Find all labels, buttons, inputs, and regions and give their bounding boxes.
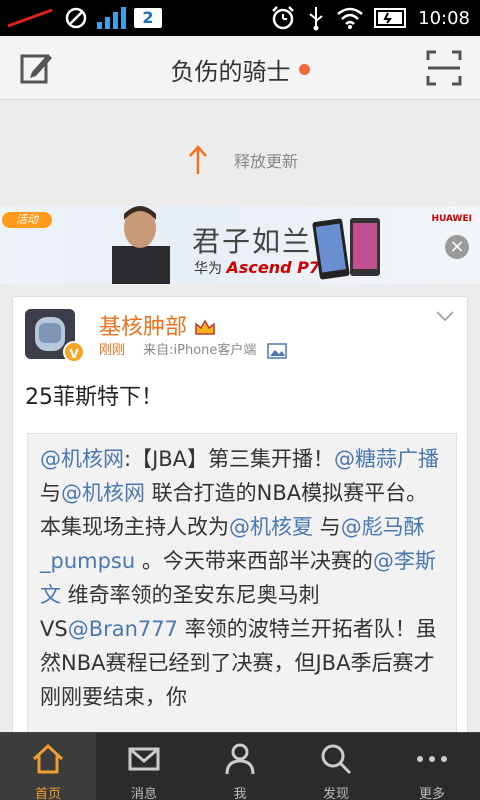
repost-box[interactable]: @机核网:【JBA】第三集开播！@糖蒜广播 与@机核网 联合打造的NBA模拟赛平…: [27, 433, 457, 735]
ad-banner[interactable]: 活动 君子如兰 华为 Ascend P7 HUAWEI: [0, 206, 480, 284]
brand-logo: HUAWEI: [431, 214, 472, 224]
mention-link[interactable]: @机核网: [40, 447, 124, 471]
no-sim-icon: [7, 8, 53, 28]
tab-home[interactable]: 首页: [0, 733, 96, 800]
page-title[interactable]: 负伤的骑士: [0, 52, 480, 87]
bottom-tab-bar: 首页 消息 我 发现 更多: [0, 732, 480, 800]
weibo-post[interactable]: V 基核肿部 刚刚 来自:iPhone客户端 25菲斯特下！ @机核网:【JBA…: [12, 296, 468, 736]
repost-text-segment: 与: [40, 481, 61, 505]
search-icon: [321, 744, 352, 775]
tab-discover[interactable]: 发现: [288, 733, 384, 800]
banner-subtitle: 华为 Ascend P7: [194, 258, 320, 277]
profile-icon: [225, 743, 255, 775]
model-image: [112, 206, 170, 284]
scan-icon[interactable]: [426, 50, 462, 86]
chevron-down-icon[interactable]: [435, 309, 455, 323]
post-source: 来自:iPhone客户端: [143, 343, 257, 358]
mention-link[interactable]: @Bran777: [68, 617, 178, 641]
tab-label: 发现: [322, 787, 349, 800]
network-badge: 2: [134, 8, 162, 28]
crown-icon: [195, 319, 215, 335]
usb-icon: [309, 7, 323, 31]
post-meta: 刚刚 来自:iPhone客户端: [99, 339, 287, 359]
title-bar: 负伤的骑士: [0, 36, 480, 100]
tab-messages[interactable]: 消息: [96, 733, 192, 800]
repost-text-segment: :【JBA】第三集开播！: [124, 447, 335, 471]
unread-dot: [298, 63, 310, 75]
tab-more[interactable]: 更多: [384, 733, 480, 800]
author-name[interactable]: 基核肿部: [99, 309, 216, 341]
post-text: 25菲斯特下！: [25, 385, 163, 410]
tab-label: 我: [233, 787, 247, 800]
repost-text: @机核网:【JBA】第三集开播！@糖蒜广播 与@机核网 联合打造的NBA模拟赛平…: [40, 442, 446, 714]
verified-badge: V: [63, 341, 85, 363]
wifi-icon: [337, 7, 363, 29]
mention-link[interactable]: @糖蒜广播: [334, 447, 439, 471]
image-icon: [266, 342, 287, 359]
repost-text-segment: 与: [313, 515, 341, 539]
banner-title: 君子如兰: [192, 225, 313, 258]
status-bar: 2 10:08: [0, 0, 480, 36]
arrow-up-icon: [189, 145, 207, 174]
mention-link[interactable]: @机核夏: [229, 515, 313, 539]
clock: 10:08: [418, 7, 470, 29]
post-time: 刚刚: [99, 343, 126, 358]
tab-profile[interactable]: 我: [192, 733, 288, 800]
more-icon: [417, 756, 447, 762]
mention-link[interactable]: @机核网: [61, 481, 145, 505]
blocked-icon: [65, 7, 87, 29]
alarm-icon: [272, 6, 295, 30]
signal-icon: [97, 7, 126, 29]
repost-text-segment: 。今天带来西部半决赛的: [135, 549, 373, 573]
battery-icon: [374, 8, 407, 28]
tab-label: 首页: [34, 787, 61, 800]
tab-label: 消息: [130, 787, 157, 800]
refresh-label: 释放更新: [234, 152, 299, 171]
tab-label: 更多: [418, 787, 445, 800]
activity-tag: 活动: [2, 212, 52, 228]
phone-image: [312, 218, 380, 280]
home-icon: [32, 743, 64, 774]
message-icon: [128, 747, 160, 771]
close-icon[interactable]: ×: [445, 235, 469, 259]
